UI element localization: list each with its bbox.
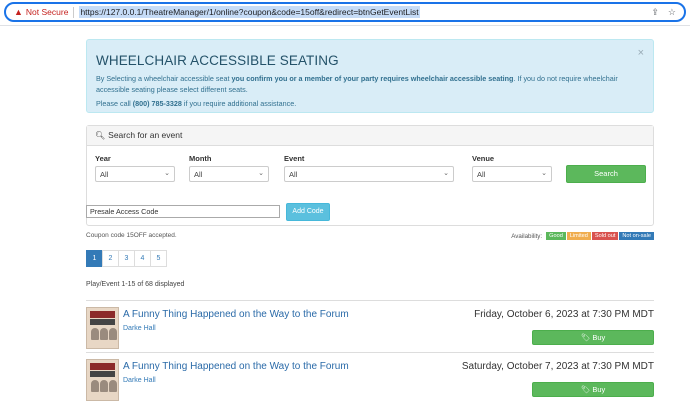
phone-number: (800) 785-3328	[132, 99, 182, 108]
page-1[interactable]: 1	[86, 250, 103, 267]
event-date: Saturday, October 7, 2023 at 7:30 PM MDT	[461, 361, 654, 372]
page-4[interactable]: 4	[134, 250, 151, 267]
close-icon[interactable]: ×	[638, 47, 644, 59]
status-badge-sold-out: Sold out	[591, 232, 619, 240]
page-5[interactable]: 5	[150, 250, 167, 267]
event-label: Event	[284, 154, 305, 163]
results-count: Play/Event 1-15 of 68 displayed	[86, 281, 185, 288]
divider	[73, 6, 75, 18]
warning-icon: ▲	[14, 7, 23, 17]
search-button[interactable]: Search	[566, 165, 646, 183]
event-date: Friday, October 6, 2023 at 7:30 PM MDT	[474, 309, 654, 320]
buy-button[interactable]: 🏷 Buy	[532, 330, 654, 345]
year-select[interactable]: All ⌄	[95, 166, 175, 182]
event-title-link[interactable]: A Funny Thing Happened on the Way to the…	[123, 309, 349, 320]
search-panel-header: 🔍︎ Search for an event	[87, 126, 653, 146]
divider	[86, 300, 654, 301]
month-select[interactable]: All ⌄	[189, 166, 269, 182]
event-row: A Funny Thing Happened on the Way to the…	[86, 359, 654, 405]
page-3[interactable]: 3	[118, 250, 135, 267]
alert-message: By Selecting a wheelchair accessible sea…	[96, 74, 618, 94]
status-badge-limited: Limited	[566, 232, 591, 240]
presale-code-input[interactable]: Presale Access Code	[86, 205, 280, 218]
venue-link[interactable]: Darke Hall	[123, 377, 156, 384]
search-heading: Search for an event	[108, 130, 183, 140]
status-badge-not-on-sale: Not on-sale	[619, 232, 654, 240]
search-icon: 🔍︎	[95, 131, 106, 140]
venue-label: Venue	[472, 154, 495, 163]
address-bar[interactable]: ▲ Not Secure https://127.0.0.1/TheatreMa…	[4, 2, 686, 22]
security-status[interactable]: Not Secure	[26, 7, 69, 17]
event-select[interactable]: All ⌄	[284, 166, 454, 182]
chevron-down-icon: ⌄	[164, 170, 170, 177]
event-row: A Funny Thing Happened on the Way to the…	[86, 307, 654, 353]
event-title-link[interactable]: A Funny Thing Happened on the Way to the…	[123, 361, 349, 372]
browser-toolbar: ▲ Not Secure https://127.0.0.1/TheatreMa…	[0, 0, 690, 26]
wheelchair-alert: × WHEELCHAIR ACCESSIBLE SEATING By Selec…	[86, 39, 654, 113]
url-text[interactable]: https://127.0.0.1/TheatreManager/1/onlin…	[79, 6, 420, 18]
event-poster[interactable]	[86, 359, 119, 401]
add-code-button[interactable]: Add Code	[286, 203, 330, 221]
alert-title: WHEELCHAIR ACCESSIBLE SEATING	[96, 53, 339, 68]
chevron-down-icon: ⌄	[541, 170, 547, 177]
pagination: 1 2 3 4 5	[86, 250, 167, 267]
coupon-message: Coupon code 15OFF accepted.	[86, 232, 177, 239]
alert-contact: Please call (800) 785-3328 if you requir…	[96, 99, 297, 108]
status-badge-good: Good	[546, 232, 566, 240]
page-2[interactable]: 2	[102, 250, 119, 267]
event-poster[interactable]	[86, 307, 119, 349]
venue-link[interactable]: Darke Hall	[123, 325, 156, 332]
share-icon[interactable]: ⇪	[651, 7, 659, 18]
divider	[86, 352, 654, 353]
availability-label: Availability:	[511, 232, 543, 240]
buy-button[interactable]: 🏷 Buy	[532, 382, 654, 397]
availability-legend: Availability: Good Limited Sold out Not …	[511, 232, 654, 240]
month-label: Month	[189, 154, 212, 163]
bookmark-star-icon[interactable]: ☆	[668, 7, 676, 18]
year-label: Year	[95, 154, 111, 163]
chevron-down-icon: ⌄	[443, 170, 449, 177]
chevron-down-icon: ⌄	[258, 170, 264, 177]
venue-select[interactable]: All ⌄	[472, 166, 552, 182]
